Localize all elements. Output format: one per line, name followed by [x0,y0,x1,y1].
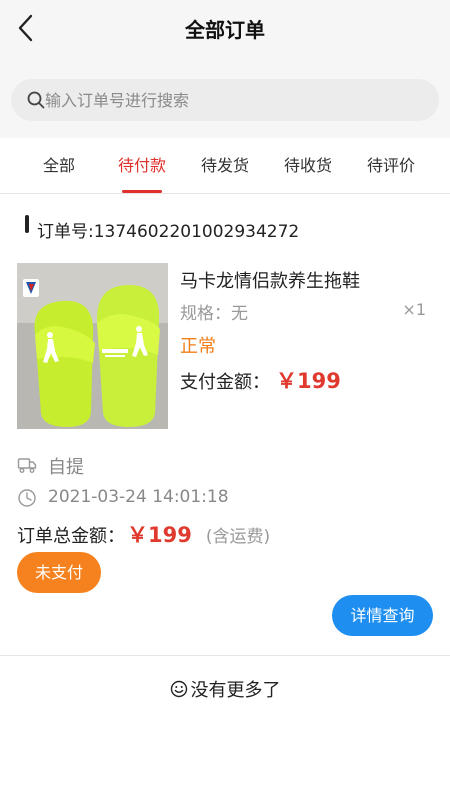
product-spec: 规格：无 [180,304,248,324]
shipping-note: (含运费) [205,527,271,547]
search-input[interactable] [45,79,425,121]
clock-icon [18,489,36,507]
pay-amount-label: 支付金额： [180,372,270,393]
no-more-indicator: 没有更多了 [0,676,450,702]
order-time: 2021-03-24 14:01:18 [48,487,229,507]
smile-icon [170,680,187,698]
divider [0,655,450,656]
product-name[interactable]: 马卡龙情侣款养生拖鞋 [180,267,360,293]
product-status: 正常 [180,336,216,357]
page-title: 全部订单 [185,18,265,42]
search-box[interactable] [11,79,439,121]
total-amount: ￥199 [127,523,192,547]
delivery-method: 自提 [48,457,84,478]
order-tabs: 全部 待付款 待发货 待收货 待评价 [0,138,450,194]
search-icon [27,91,45,109]
pay-amount-row: 支付金额： ￥199 [180,365,341,395]
total-label: 订单总金额： [17,526,125,547]
tab-pending-shipment[interactable]: 待发货 [184,138,266,194]
chevron-left-icon [18,14,33,42]
order-detail-button[interactable]: 详情查询 [332,595,433,636]
tab-all[interactable]: 全部 [18,138,100,194]
pay-amount-value: ￥199 [276,369,341,393]
tab-pending-receipt[interactable]: 待收货 [267,138,349,194]
back-button[interactable] [12,12,44,44]
truck-icon [17,458,37,473]
order-number: 订单号:1374602201002934272 [37,222,300,242]
unpaid-status-button[interactable]: 未支付 [17,552,101,593]
tab-pending-review[interactable]: 待评价 [350,138,432,194]
active-tab-indicator [122,190,162,193]
product-quantity: ×1 [402,300,426,319]
header: 全部订单 [0,0,450,58]
order-no-marker [25,215,29,233]
order-total-row: 订单总金额：￥199 (含运费) [17,519,270,549]
tab-pending-payment[interactable]: 待付款 [101,138,183,194]
order-card: 订单号:1374602201002934272 马卡龙情侣款养生拖鞋 规格：无 … [0,195,450,655]
no-more-text: 没有更多了 [190,680,281,701]
slipper-illustration [17,263,168,429]
product-image[interactable] [17,263,168,429]
search-area [0,58,450,138]
